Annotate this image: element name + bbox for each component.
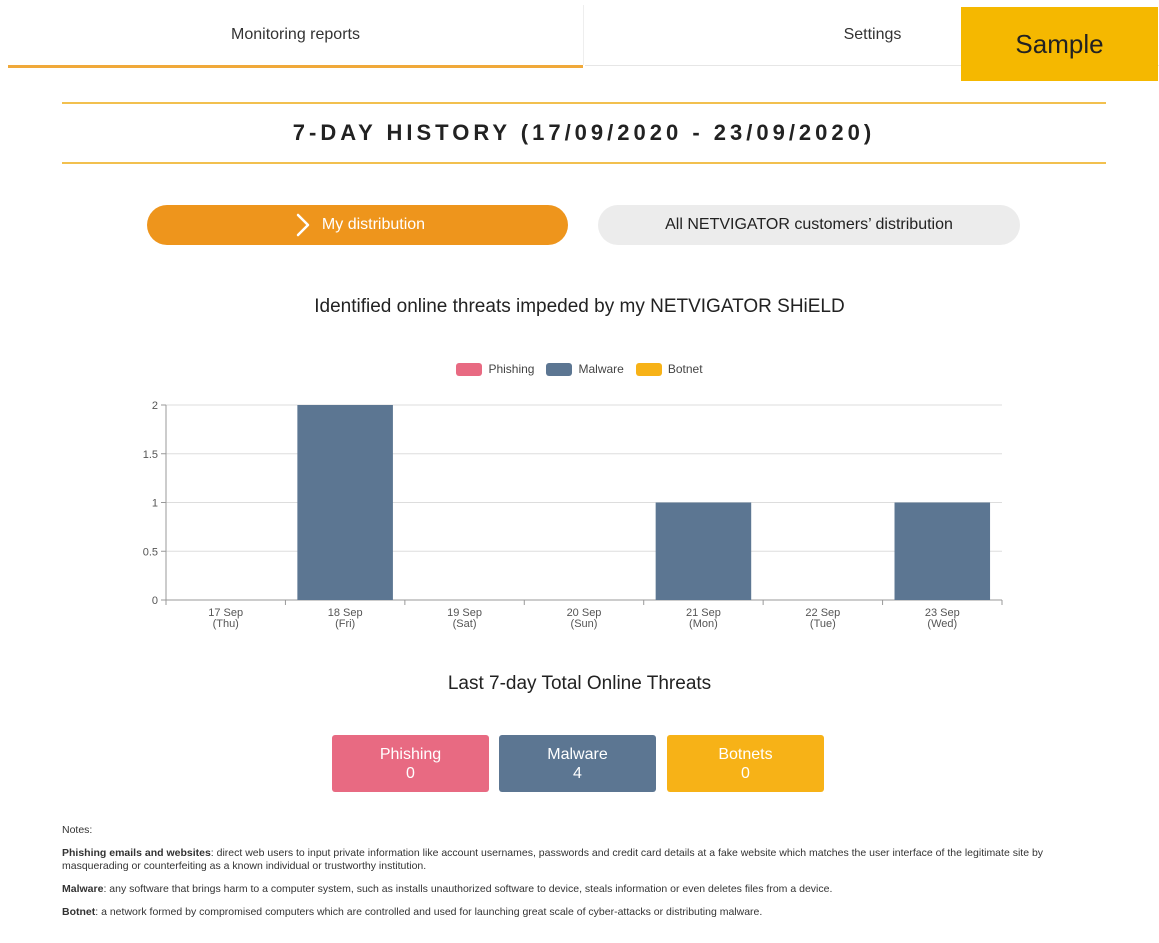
legend-label-botnet: Botnet	[667, 362, 703, 376]
bar-malware	[894, 502, 991, 600]
legend-label-phishing: Phishing	[488, 362, 535, 376]
malware-total-count: 4	[573, 764, 582, 782]
y-tick-label: 1	[152, 498, 158, 510]
malware-total-box[interactable]: Malware 4	[499, 735, 656, 792]
chevron-right-icon	[296, 213, 310, 237]
phishing-total-count: 0	[406, 764, 415, 782]
note-botnet-desc: : a network formed by compromised comput…	[95, 906, 763, 918]
x-tick-label-day: (Thu)	[213, 618, 239, 630]
tab-monitoring-reports[interactable]: Monitoring reports	[8, 5, 583, 68]
y-tick-label: 2	[152, 400, 158, 412]
phishing-total-box[interactable]: Phishing 0	[332, 735, 489, 792]
my-distribution-label: My distribution	[321, 216, 426, 233]
y-tick-label: 0	[152, 595, 158, 607]
bar-malware	[297, 405, 393, 600]
history-title: 7-DAY HISTORY (17/09/2020 - 23/09/2020)	[292, 120, 876, 145]
legend-item-phishing[interactable]: Phishing	[456, 362, 534, 376]
totals-boxes: Phishing 0 Malware 4 Botnets 0	[332, 735, 825, 792]
sample-watermark: Sample	[961, 7, 1158, 81]
botnets-total-count: 0	[741, 764, 750, 782]
note-phishing-term: Phishing emails and websites	[62, 847, 211, 859]
note-phishing: Phishing emails and websites: direct web…	[62, 847, 1112, 873]
note-botnet-term: Botnet	[62, 906, 96, 918]
legend-swatch-phishing	[456, 362, 483, 376]
legend-item-botnet[interactable]: Botnet	[635, 362, 703, 376]
x-tick-label-day: (Wed)	[927, 618, 957, 630]
tab-divider	[583, 5, 584, 65]
history-bottom-rule	[62, 162, 1106, 164]
legend-swatch-botnet	[635, 362, 662, 376]
x-tick-label-day: (Tue)	[810, 618, 836, 630]
chart-legend: Phishing Malware Botnet	[0, 362, 1159, 376]
threats-bar-chart: 00.511.5217 Sep(Thu)18 Sep(Fri)19 Sep(Sa…	[143, 400, 1003, 630]
bar-malware	[655, 502, 752, 600]
y-tick-label: 0.5	[143, 546, 158, 558]
legend-swatch-malware	[546, 362, 573, 376]
x-tick-label-day: (Sat)	[453, 618, 477, 630]
x-tick-label-day: (Mon)	[689, 618, 718, 630]
notes-heading: Notes:	[62, 824, 93, 836]
y-tick-label: 1.5	[143, 449, 158, 461]
legend-item-malware[interactable]: Malware	[546, 362, 624, 376]
notes-section: Notes: Phishing emails and websites: dir…	[62, 824, 1112, 929]
x-tick-label-day: (Sun)	[571, 618, 598, 630]
chart-title: Identified online threats impeded by my …	[314, 296, 845, 317]
totals-title: Last 7-day Total Online Threats	[447, 673, 712, 694]
x-tick-label-day: (Fri)	[335, 618, 355, 630]
all-customers-distribution-button[interactable]: All NETVIGATOR customers’ distribution	[598, 205, 1020, 245]
note-malware-desc: : any software that brings harm to a com…	[103, 883, 833, 895]
all-customers-distribution-label: All NETVIGATOR customers’ distribution	[665, 216, 953, 233]
tab-monitoring-reports-label: Monitoring reports	[231, 26, 360, 43]
malware-total-label: Malware	[547, 745, 608, 763]
botnets-total-label: Botnets	[718, 745, 773, 763]
tab-settings-label: Settings	[843, 26, 902, 43]
botnets-total-box[interactable]: Botnets 0	[667, 735, 824, 792]
note-botnet: Botnet: a network formed by compromised …	[62, 906, 1112, 919]
my-distribution-button[interactable]: My distribution	[147, 205, 568, 245]
note-malware: Malware: any software that brings harm t…	[62, 883, 1112, 896]
note-malware-term: Malware	[62, 883, 104, 895]
legend-label-malware: Malware	[578, 362, 624, 376]
phishing-total-label: Phishing	[379, 745, 442, 763]
